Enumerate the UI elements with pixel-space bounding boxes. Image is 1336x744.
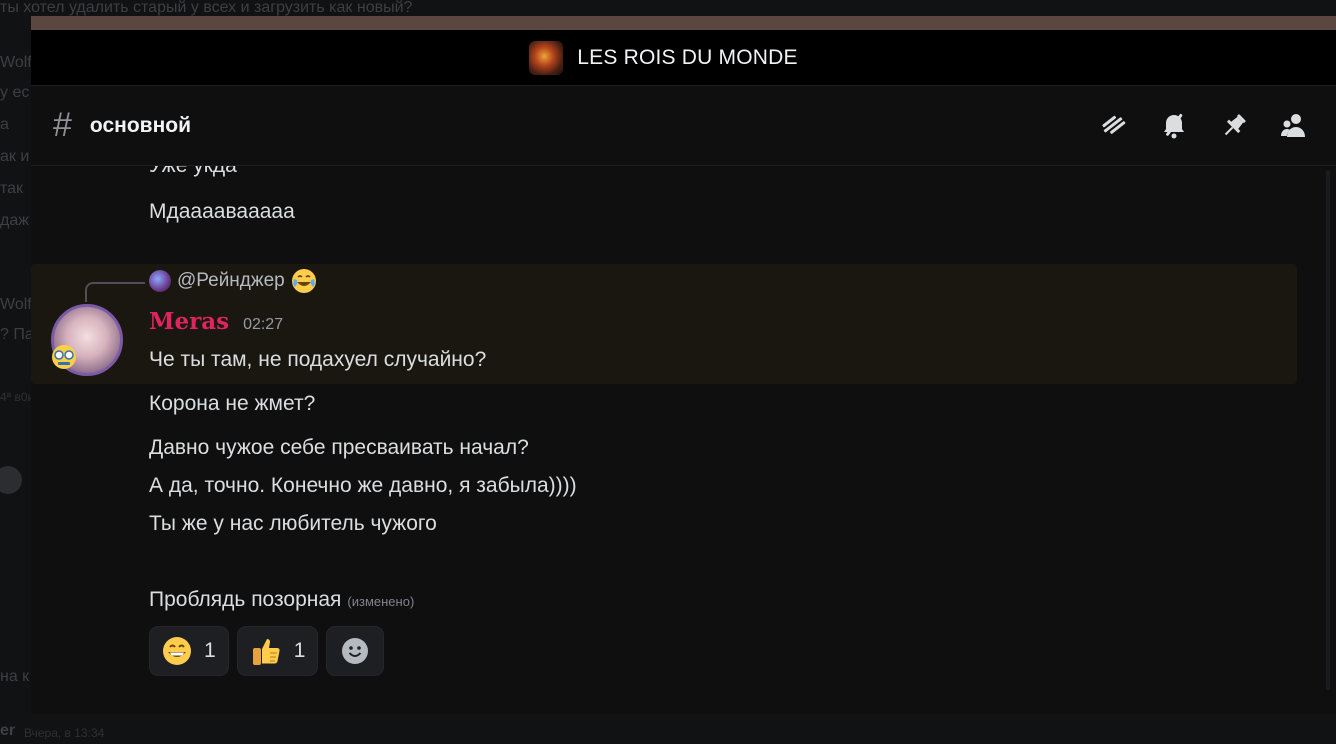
background-avatar [0, 466, 22, 494]
background-fragment: а [0, 116, 9, 133]
reply-reference[interactable]: @Рейнджер [149, 268, 317, 294]
reply-avatar [149, 270, 171, 292]
background-fragment: ак и [0, 148, 30, 165]
author-name[interactable]: Meras [149, 308, 229, 335]
background-timestamp: Вчера, в 13:34 [24, 726, 105, 740]
scrollbar[interactable] [1326, 170, 1330, 690]
background-fragment: так [0, 180, 24, 197]
guild-name: LES ROIS DU MONDE [577, 45, 798, 69]
background-fragment: на к [0, 668, 30, 685]
message-text: Уже укда [149, 166, 237, 178]
message-list[interactable]: Уже укда Мдаааавааааа @Рейнджер Meras 02… [31, 166, 1336, 714]
message-header: Meras 02:27 [149, 308, 283, 335]
message-text: Проблядь позорная [149, 588, 342, 611]
threads-icon[interactable] [1098, 110, 1130, 142]
reply-spine [85, 282, 145, 302]
guild-icon [529, 40, 564, 75]
reaction-thumbs-up[interactable]: 1 [236, 626, 319, 676]
add-reaction-button[interactable] [326, 626, 385, 676]
background-fragment: у ес [0, 84, 30, 101]
channel-hash-icon: # [53, 106, 72, 144]
reaction-count: 1 [293, 639, 306, 662]
window-accent-bar [31, 16, 1336, 30]
message-text: Давно чужое себе пресваивать начал? [149, 436, 529, 459]
background-fragment: ? Па [0, 326, 34, 343]
edited-label[interactable]: (изменено) [347, 594, 414, 609]
window-titlebar[interactable]: LES ROIS DU MONDE [31, 30, 1336, 86]
channel-toolbar [1098, 110, 1310, 142]
grinning-face-icon [163, 637, 191, 665]
background-fragment: 4ª в0и [0, 390, 35, 404]
message-text: Ты же у нас любитель чужого [149, 512, 437, 535]
mute-bell-icon[interactable] [1158, 110, 1190, 142]
channel-popout-window: LES ROIS DU MONDE # основной Уже укда Мд… [31, 16, 1336, 714]
thumbs-up-icon [252, 639, 280, 665]
members-icon[interactable] [1278, 110, 1310, 142]
pin-icon[interactable] [1218, 110, 1250, 142]
face-with-tears-of-joy-icon [291, 269, 316, 293]
message-text: Мдаааавааааа [149, 200, 295, 223]
add-reaction-icon [342, 638, 369, 664]
message-text-edited: Проблядь позорная (изменено) [149, 588, 414, 612]
message-text: А да, точно. Конечно же давно, я забыла)… [149, 474, 577, 497]
message-text: Че ты там, не подахуел случайно? [149, 348, 487, 371]
reaction-grinning-face[interactable]: 1 [149, 626, 229, 676]
background-author: er [0, 722, 16, 739]
reaction-bar: 1 1 [149, 626, 385, 676]
message-timestamp[interactable]: 02:27 [243, 316, 283, 334]
background-message-text: ты хотел удалить старый у всех и загрузи… [0, 0, 413, 16]
channel-header: # основной [31, 86, 1336, 166]
background-fragment: Wolf [0, 296, 32, 313]
avatar-decoration-icon [52, 345, 76, 369]
background-fragment: Wolf [0, 54, 32, 71]
reaction-count: 1 [204, 639, 216, 662]
channel-name: основной [89, 113, 191, 137]
message-text: Корона не жмет? [149, 392, 316, 415]
reply-username[interactable]: @Рейнджер [177, 270, 285, 292]
background-fragment: даж [0, 212, 29, 229]
